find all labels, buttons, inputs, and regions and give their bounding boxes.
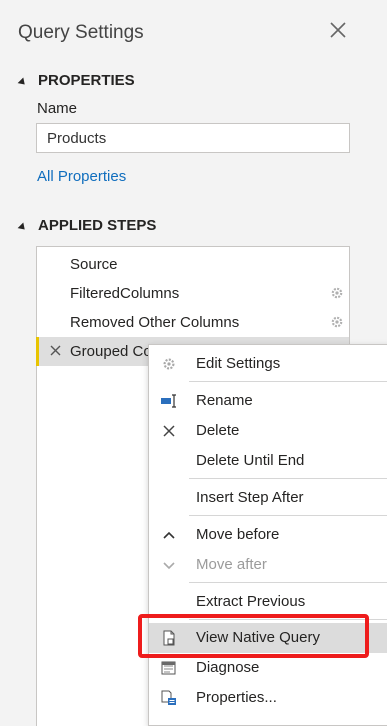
step-filtered-columns[interactable]: FilteredColumns [37, 279, 349, 308]
menu-item-label: Move after [196, 556, 267, 573]
menu-item-move-before[interactable]: Move before [149, 520, 387, 550]
gear-icon[interactable] [330, 286, 344, 300]
menu-item-insert-step-after[interactable]: Insert Step After [149, 483, 387, 513]
menu-item-label: Delete Until End [196, 452, 305, 469]
collapse-triangle-icon[interactable] [17, 76, 28, 87]
delete-x-icon [163, 425, 175, 437]
step-source[interactable]: Source [37, 250, 349, 279]
menu-item-rename[interactable]: Rename [149, 386, 387, 416]
properties-icon [161, 690, 176, 705]
pane-title: Query Settings [18, 22, 144, 43]
menu-separator [189, 381, 387, 382]
applied-steps-section-header[interactable]: APPLIED STEPS [17, 217, 157, 234]
delete-step-icon[interactable] [50, 345, 61, 356]
menu-separator [189, 478, 387, 479]
menu-item-label: Diagnose [196, 659, 260, 676]
menu-item-properties[interactable]: Properties... [149, 683, 387, 713]
gear-icon [163, 358, 175, 370]
menu-item-move-after: Move after [149, 550, 387, 580]
step-context-menu: Edit Settings Rename Delete Delete Until… [148, 344, 387, 726]
name-label: Name [37, 100, 78, 117]
highlight-annotation-box [138, 614, 369, 658]
step-label: FilteredColumns [70, 285, 180, 302]
menu-item-label: Edit Settings [196, 355, 281, 372]
menu-item-delete-until-end[interactable]: Delete Until End [149, 446, 387, 476]
applied-steps-header-label: APPLIED STEPS [38, 217, 157, 234]
step-label: Removed Other Columns [70, 314, 240, 331]
properties-section-header[interactable]: PROPERTIES [17, 72, 135, 89]
menu-item-label: Insert Step After [196, 489, 304, 506]
step-label: Source [70, 256, 118, 273]
menu-item-label: Extract Previous [196, 593, 306, 610]
menu-item-label: Delete [196, 422, 240, 439]
gear-icon[interactable] [330, 315, 344, 329]
query-settings-pane: Query Settings PROPERTIES Name All Prope… [0, 0, 387, 726]
collapse-triangle-icon[interactable] [17, 221, 28, 232]
diagnose-icon [161, 661, 176, 675]
menu-item-label: Move before [196, 526, 280, 543]
step-removed-other-columns[interactable]: Removed Other Columns [37, 308, 349, 337]
properties-header-label: PROPERTIES [38, 72, 135, 89]
all-properties-link[interactable]: All Properties [37, 168, 126, 185]
menu-item-delete[interactable]: Delete [149, 416, 387, 446]
menu-item-edit-settings[interactable]: Edit Settings [149, 349, 387, 379]
menu-item-extract-previous[interactable]: Extract Previous [149, 587, 387, 617]
menu-separator [189, 582, 387, 583]
chevron-down-icon [163, 562, 175, 570]
name-input[interactable] [36, 123, 350, 153]
rename-icon [161, 394, 176, 408]
menu-separator [189, 515, 387, 516]
chevron-up-icon [163, 531, 175, 539]
menu-item-label: Rename [196, 392, 253, 409]
close-icon[interactable] [326, 18, 350, 42]
menu-item-label: Properties... [196, 689, 277, 706]
